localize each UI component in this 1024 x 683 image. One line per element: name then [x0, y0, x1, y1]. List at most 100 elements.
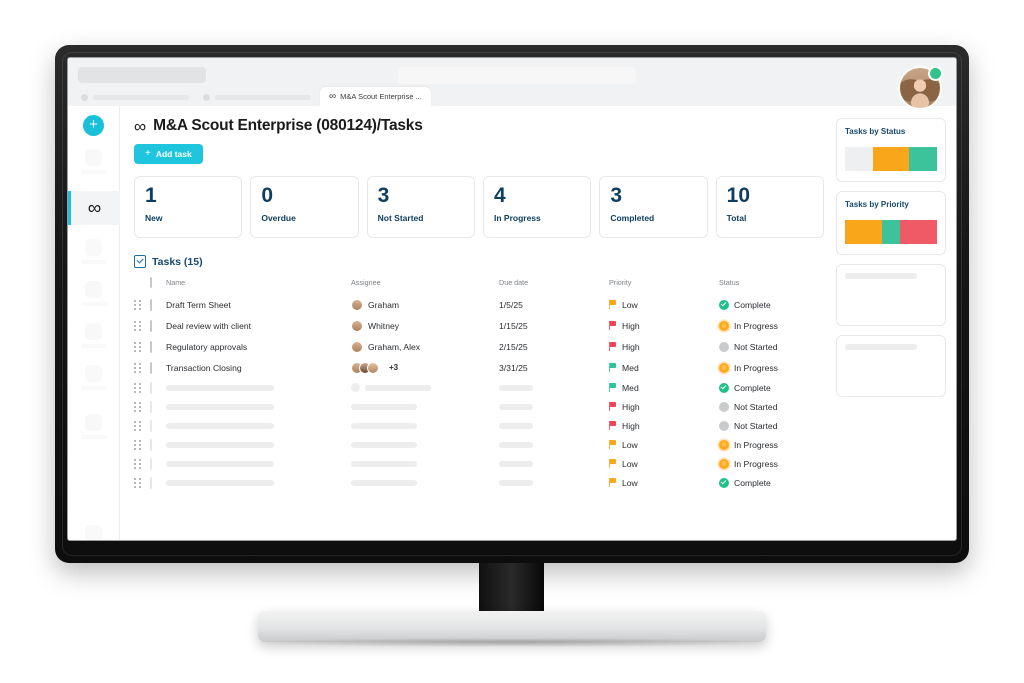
sidebar-item-placeholder[interactable]	[79, 323, 109, 348]
row-select-cell[interactable]	[150, 357, 166, 378]
priority-cell[interactable]: High	[609, 397, 719, 416]
avatar[interactable]	[898, 66, 943, 110]
priority-cell[interactable]: Med	[609, 378, 719, 397]
status-cell[interactable]: In Progress	[719, 315, 824, 336]
browser-tab-active[interactable]: ∞ M&A Scout Enterprise ...	[320, 87, 431, 106]
sidebar-item-placeholder[interactable]	[79, 281, 109, 306]
task-name-cell[interactable]	[166, 416, 351, 435]
drag-handle-cell[interactable]	[134, 454, 150, 473]
widget-card-placeholder[interactable]	[836, 264, 946, 326]
assignee-cell[interactable]	[351, 435, 499, 454]
table-row[interactable]: High Not Started	[134, 416, 824, 435]
due-date-cell[interactable]: 1/15/25	[499, 315, 609, 336]
drag-handle-icon[interactable]	[134, 382, 142, 393]
sidebar-add-button[interactable]: +	[83, 115, 104, 136]
due-date-cell[interactable]	[499, 435, 609, 454]
sidebar-item-workspace[interactable]: ∞	[68, 191, 120, 225]
row-checkbox[interactable]	[150, 476, 152, 489]
assignee-cell[interactable]: +3	[351, 357, 499, 378]
assignee-cell[interactable]	[351, 454, 499, 473]
status-cell[interactable]: Not Started	[719, 336, 824, 357]
priority-cell[interactable]: High	[609, 336, 719, 357]
stat-card[interactable]: 0 Overdue	[250, 176, 359, 238]
select-all-checkbox[interactable]	[150, 277, 152, 288]
assignee-cell[interactable]	[351, 473, 499, 492]
table-row[interactable]: Low In Progress	[134, 435, 824, 454]
stat-card[interactable]: 4 In Progress	[482, 176, 592, 238]
stat-card[interactable]: 3 Completed	[599, 176, 708, 238]
browser-tab-inactive[interactable]	[198, 89, 316, 106]
browser-tab-inactive[interactable]	[76, 89, 194, 106]
priority-cell[interactable]: Low	[609, 473, 719, 492]
priority-cell[interactable]: High	[609, 315, 719, 336]
due-date-cell[interactable]	[499, 378, 609, 397]
column-header-status[interactable]: Status	[719, 278, 824, 294]
drag-handle-icon[interactable]	[134, 477, 142, 488]
row-select-cell[interactable]	[150, 435, 166, 454]
drag-handle-cell[interactable]	[134, 294, 150, 315]
drag-handle-cell[interactable]	[134, 473, 150, 492]
task-name-cell[interactable]: Deal review with client	[166, 315, 351, 336]
task-name-cell[interactable]: Draft Term Sheet	[166, 294, 351, 315]
row-checkbox[interactable]	[150, 319, 152, 332]
row-select-cell[interactable]	[150, 315, 166, 336]
widget-card-placeholder[interactable]	[836, 335, 946, 397]
sidebar-item-placeholder[interactable]	[79, 365, 109, 390]
status-cell[interactable]: In Progress	[719, 435, 824, 454]
priority-cell[interactable]: Low	[609, 435, 719, 454]
table-row[interactable]: Deal review with client Whitney 1/15/25 Hig…	[134, 315, 824, 336]
chart-card-tasks-by-priority[interactable]: Tasks by Priority	[836, 191, 946, 255]
drag-handle-icon[interactable]	[134, 320, 142, 331]
table-row[interactable]: Transaction Closing +3 3/31/25 Med In Progre…	[134, 357, 824, 378]
task-name-cell[interactable]	[166, 397, 351, 416]
task-name-cell[interactable]	[166, 473, 351, 492]
task-name-cell[interactable]	[166, 378, 351, 397]
row-checkbox[interactable]	[150, 298, 152, 311]
task-name-cell[interactable]	[166, 454, 351, 473]
sidebar-item-placeholder[interactable]	[79, 149, 109, 174]
avatar-stack[interactable]	[351, 361, 379, 374]
drag-handle-icon[interactable]	[134, 362, 142, 373]
due-date-cell[interactable]	[499, 473, 609, 492]
column-header-priority[interactable]: Priority	[609, 278, 719, 294]
row-checkbox[interactable]	[150, 438, 152, 451]
task-name-cell[interactable]: Regulatory approvals	[166, 336, 351, 357]
assignee-cell[interactable]	[351, 378, 499, 397]
priority-cell[interactable]: Med	[609, 357, 719, 378]
table-row[interactable]: High Not Started	[134, 397, 824, 416]
drag-handle-cell[interactable]	[134, 336, 150, 357]
task-name-cell[interactable]: Transaction Closing	[166, 357, 351, 378]
drag-handle-cell[interactable]	[134, 378, 150, 397]
due-date-cell[interactable]	[499, 454, 609, 473]
table-row[interactable]: Draft Term Sheet Graham 1/5/25 Low Complete	[134, 294, 824, 315]
table-row[interactable]: Low In Progress	[134, 454, 824, 473]
row-select-cell[interactable]	[150, 294, 166, 315]
chart-card-tasks-by-status[interactable]: Tasks by Status	[836, 118, 946, 182]
row-checkbox[interactable]	[150, 361, 152, 374]
status-cell[interactable]: Not Started	[719, 416, 824, 435]
row-checkbox[interactable]	[150, 381, 152, 394]
due-date-cell[interactable]: 3/31/25	[499, 357, 609, 378]
due-date-cell[interactable]: 1/5/25	[499, 294, 609, 315]
drag-handle-icon[interactable]	[134, 439, 142, 450]
column-header-assignee[interactable]: Assignee	[351, 278, 499, 294]
add-task-button[interactable]: + Add task	[134, 144, 203, 164]
assignee-cell[interactable]: Graham, Alex	[351, 336, 499, 357]
drag-handle-icon[interactable]	[134, 401, 142, 412]
row-checkbox[interactable]	[150, 400, 152, 413]
row-checkbox[interactable]	[150, 419, 152, 432]
drag-handle-cell[interactable]	[134, 357, 150, 378]
table-row[interactable]: Med Complete	[134, 378, 824, 397]
assignee-cell[interactable]: Graham	[351, 294, 499, 315]
drag-handle-cell[interactable]	[134, 397, 150, 416]
task-name-cell[interactable]	[166, 435, 351, 454]
assignee-cell[interactable]	[351, 416, 499, 435]
assignee-cell[interactable]	[351, 397, 499, 416]
select-all-header[interactable]	[150, 277, 166, 294]
sidebar-item-placeholder[interactable]	[79, 414, 109, 439]
table-row[interactable]: Low Complete	[134, 473, 824, 492]
drag-handle-icon[interactable]	[134, 458, 142, 469]
assignee-cell[interactable]: Whitney	[351, 315, 499, 336]
stat-card[interactable]: 3 Not Started	[366, 176, 475, 238]
status-cell[interactable]: In Progress	[719, 357, 824, 378]
